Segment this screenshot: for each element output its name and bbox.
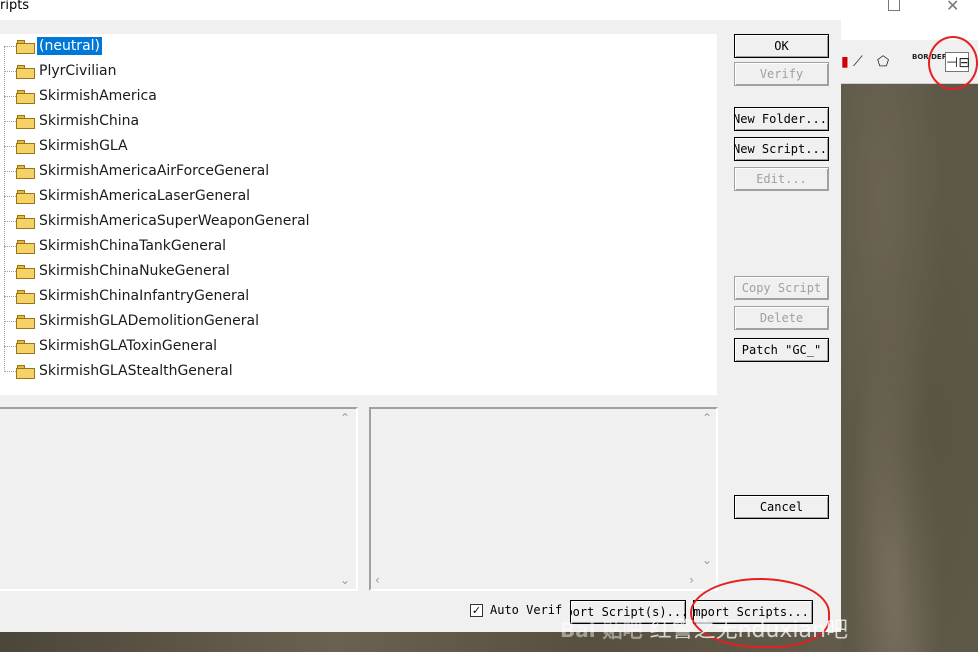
- tree-guide-line: [4, 221, 16, 222]
- delete-button[interactable]: Delete: [734, 306, 829, 330]
- tree-item-label: SkirmishAmerica: [39, 88, 157, 104]
- tree-guide-line: [4, 96, 16, 97]
- folder-icon: [16, 365, 35, 379]
- copy-script-button[interactable]: Copy Script: [734, 276, 829, 300]
- folder-icon: [16, 265, 35, 279]
- flag-icon[interactable]: ▮: [841, 52, 849, 72]
- tree-guide-line: [4, 171, 16, 172]
- script-actions-pane[interactable]: ⌃ ⌄ ‹ ›: [369, 407, 718, 591]
- ok-button[interactable]: OK: [734, 34, 829, 58]
- tree-item-label: SkirmishAmericaSuperWeaponGeneral: [39, 213, 310, 229]
- tree-item-label: SkirmishGLAToxinGeneral: [39, 338, 218, 354]
- script-comment-pane[interactable]: ⌃ ⌄: [0, 407, 358, 591]
- folder-icon: [16, 90, 35, 104]
- tree-guide-line: [4, 321, 16, 322]
- polygon-icon[interactable]: ⬠: [877, 52, 889, 72]
- tree-guide-line: [4, 246, 16, 247]
- tree-item-label: SkirmishGLA: [39, 138, 128, 154]
- tree-item-label: SkirmishGLADemolitionGeneral: [39, 313, 260, 329]
- dialog-title: ripts: [0, 0, 841, 20]
- watermark-text: 红警之无nduxian吧: [649, 618, 848, 643]
- new-folder-button[interactable]: New Folder...: [734, 107, 829, 131]
- tree-guide-line: [4, 71, 16, 72]
- tree-guide-line: [4, 121, 16, 122]
- auto-verify-label: Auto Verif: [490, 603, 563, 617]
- folder-icon: [16, 290, 35, 304]
- red-circle-annotation: [928, 36, 978, 90]
- scroll-down-icon[interactable]: ⌄: [340, 573, 350, 587]
- scroll-up-icon[interactable]: ⌃: [702, 411, 712, 425]
- tree-guide-line: [4, 371, 16, 372]
- tree-item-label: SkirmishChina: [39, 113, 140, 129]
- watermark-brand: Bai 贴吧: [560, 618, 643, 642]
- tree-guide-line: [4, 296, 16, 297]
- scroll-up-icon[interactable]: ⌃: [340, 411, 350, 425]
- tree-item-label: SkirmishAmericaLaserGeneral: [39, 188, 251, 204]
- folder-icon: [16, 40, 35, 54]
- folder-icon: [16, 240, 35, 254]
- folder-icon: [16, 315, 35, 329]
- tree-item-label: (neutral): [36, 36, 103, 56]
- tree-guide-line: [4, 146, 16, 147]
- tree-guide-line: [4, 46, 5, 372]
- maximize-icon[interactable]: [888, 0, 900, 11]
- scroll-down-icon[interactable]: ⌄: [702, 553, 712, 567]
- watermark: Bai 贴吧 红警之无nduxian吧: [560, 612, 848, 644]
- close-icon[interactable]: ✕: [946, 0, 959, 15]
- auto-verify-checkbox[interactable]: ✓: [470, 604, 483, 617]
- tree-guide-line: [4, 346, 16, 347]
- verify-button[interactable]: Verify: [734, 62, 829, 86]
- scroll-right-icon[interactable]: ›: [689, 573, 694, 587]
- patch-gc-button[interactable]: Patch "GC_": [734, 338, 829, 362]
- tree-item-label: PlyrCivilian: [39, 63, 117, 79]
- tree-item-label: SkirmishChinaInfantryGeneral: [39, 288, 250, 304]
- folder-icon: [16, 190, 35, 204]
- scroll-left-icon[interactable]: ‹: [375, 573, 380, 587]
- tree-guide-line: [4, 46, 16, 47]
- tree-guide-line: [4, 196, 16, 197]
- folder-icon: [16, 140, 35, 154]
- folder-icon: [16, 340, 35, 354]
- tree-item-label: SkirmishChinaNukeGeneral: [39, 263, 230, 279]
- scripts-dialog: ripts (neutral) PlyrCivilian SkirmishAmeri…: [0, 0, 841, 632]
- polyline-icon[interactable]: ⟋: [853, 52, 863, 72]
- folder-icon: [16, 65, 35, 79]
- folder-icon: [16, 115, 35, 129]
- folder-icon: [16, 165, 35, 179]
- tree-item-label: SkirmishChinaTankGeneral: [39, 238, 227, 254]
- new-script-button[interactable]: New Script...: [734, 137, 829, 161]
- edit-button[interactable]: Edit...: [734, 167, 829, 191]
- tree-guide-line: [4, 271, 16, 272]
- tree-item-label: SkirmishAmericaAirForceGeneral: [39, 163, 270, 179]
- cancel-button[interactable]: Cancel: [734, 495, 829, 519]
- script-tree[interactable]: (neutral) PlyrCivilian SkirmishAmerica Skir…: [0, 34, 717, 395]
- tree-item-label: SkirmishGLAStealthGeneral: [39, 363, 233, 379]
- map-terrain: [841, 84, 978, 652]
- folder-icon: [16, 215, 35, 229]
